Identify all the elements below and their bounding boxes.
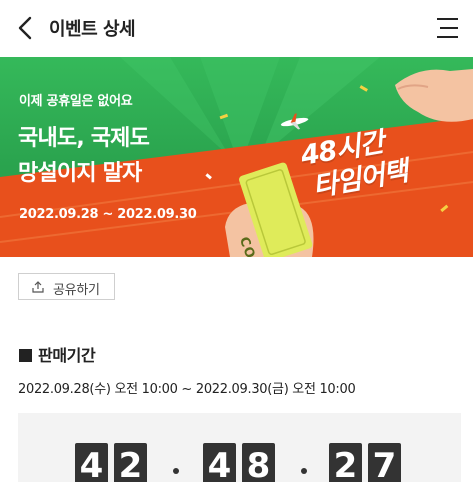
hours-digit: 4: [75, 443, 108, 482]
back-button[interactable]: [14, 14, 40, 42]
menu-button[interactable]: [434, 16, 460, 40]
page-title: 이벤트 상세: [49, 19, 136, 40]
banner-title-line2: 망설이지 말자: [18, 161, 142, 186]
top-app-bar: 이벤트 상세: [0, 0, 473, 56]
upload-share-icon: [32, 281, 44, 293]
banner-subtitle: 이제 공휴일은 없어요: [19, 94, 133, 109]
hours-digit: 2: [114, 443, 147, 482]
sale-period-text: 2022.09.28(수) 오전 10:00 ~ 2022.09.30(금) 오…: [18, 382, 356, 397]
share-button-label: 공유하기: [53, 283, 100, 298]
minutes-digit: 8: [242, 443, 275, 482]
countdown-timer: 4 2 4 8 2 7: [18, 413, 461, 482]
seconds-digit: 2: [329, 443, 362, 482]
sale-period-heading: 판매기간: [19, 342, 96, 366]
banner-title-line1: 국내도, 국제도: [18, 126, 150, 151]
hamburger-menu-icon: [437, 18, 458, 38]
sale-period-heading-text: 판매기간: [38, 346, 96, 365]
share-button[interactable]: 공유하기: [18, 273, 115, 300]
chevron-left-icon: [18, 16, 32, 40]
seconds-digit: 7: [368, 443, 401, 482]
event-banner: 이제 공휴일은 없어요 국내도, 국제도 망설이지 말자 2022.09.28 …: [0, 57, 473, 257]
separator-dot: [173, 468, 179, 474]
separator-dot: [301, 468, 307, 474]
minutes-digit: 4: [203, 443, 236, 482]
square-bullet-icon: [19, 349, 32, 362]
banner-date-range: 2022.09.28 ~ 2022.09.30: [19, 207, 197, 222]
